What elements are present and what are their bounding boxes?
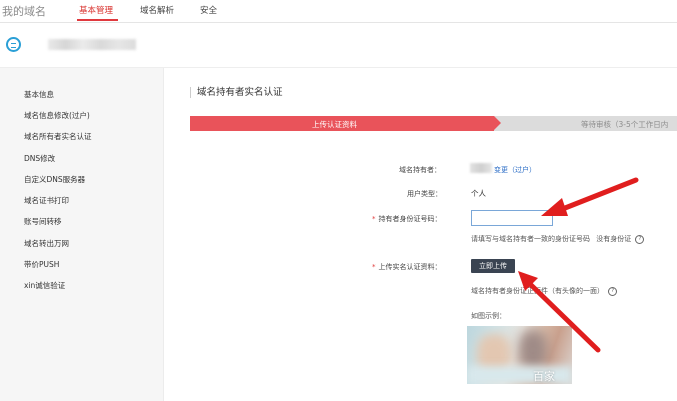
sidebar-item-dns-modify[interactable]: DNS修改 <box>24 153 55 164</box>
id-number-label: 持有者身份证号码： <box>378 215 442 223</box>
upload-label: 上传实名认证资料： <box>378 263 442 271</box>
sidebar-item-xin-verification[interactable]: xin诚信验证 <box>24 280 65 291</box>
sidebar-item-basic-info[interactable]: 基本信息 <box>24 89 54 100</box>
tab-domain-resolution[interactable]: 域名解析 <box>140 4 174 16</box>
domain-name-redacted <box>48 39 136 50</box>
no-id-link[interactable]: 没有身份证 <box>596 235 631 243</box>
sidebar-item-info-modify[interactable]: 域名信息修改(过户) <box>24 110 90 121</box>
user-type-label: 用户类型： <box>407 190 442 198</box>
domain-header <box>0 23 677 68</box>
change-owner-link[interactable]: 变更（过户） <box>494 165 536 175</box>
upload-hint: 域名持有者身份证正面件（有头像的一面） <box>471 287 604 295</box>
holder-label: 域名持有者： <box>399 166 441 174</box>
red-arrow-icon <box>541 177 639 216</box>
id-number-input[interactable] <box>471 210 553 226</box>
sidebar-item-custom-dns[interactable]: 自定义DNS服务器 <box>24 174 85 185</box>
step-arrow <box>494 116 501 130</box>
globe-icon <box>6 37 21 52</box>
required-mark: * <box>372 263 376 271</box>
example-label: 如图示例： <box>471 312 506 320</box>
user-type-value: 个人 <box>471 189 486 198</box>
holder-name-redacted <box>470 163 492 173</box>
sidebar-item-owner-verification[interactable]: 域名所有者实名认证 <box>24 131 92 142</box>
active-tab-indicator <box>77 19 118 21</box>
sample-id-image <box>467 326 572 384</box>
sidebar-item-price-push[interactable]: 带价PUSH <box>24 259 59 270</box>
question-circle-icon[interactable]: ? <box>635 234 645 244</box>
section-title: 域名持有者实名认证 <box>190 87 283 98</box>
required-mark: * <box>372 215 376 223</box>
sidebar-item-transfer-out[interactable]: 域名转出万网 <box>24 238 69 249</box>
page-title: 我的域名 <box>2 5 46 18</box>
step-review-label: 等待审核（3-5个工作日内 <box>581 120 669 129</box>
upload-now-button[interactable]: 立即上传 <box>471 259 515 273</box>
question-circle-icon[interactable]: ? <box>608 286 618 296</box>
top-nav: 我的域名 基本管理 域名解析 安全 <box>0 0 677 23</box>
sidebar-item-account-transfer[interactable]: 账号间转移 <box>24 216 62 227</box>
watermark: 百家 <box>533 370 555 383</box>
tab-basic-management[interactable]: 基本管理 <box>79 4 113 16</box>
id-hint: 请填写与域名持有者一致的身份证号码 <box>471 235 590 243</box>
tab-security[interactable]: 安全 <box>200 4 217 16</box>
step-upload-label: 上传认证资料 <box>312 120 357 129</box>
sidebar-item-certificate-print[interactable]: 域名证书打印 <box>24 195 69 206</box>
sidebar: 基本信息 域名信息修改(过户) 域名所有者实名认证 DNS修改 自定义DNS服务… <box>0 68 164 401</box>
